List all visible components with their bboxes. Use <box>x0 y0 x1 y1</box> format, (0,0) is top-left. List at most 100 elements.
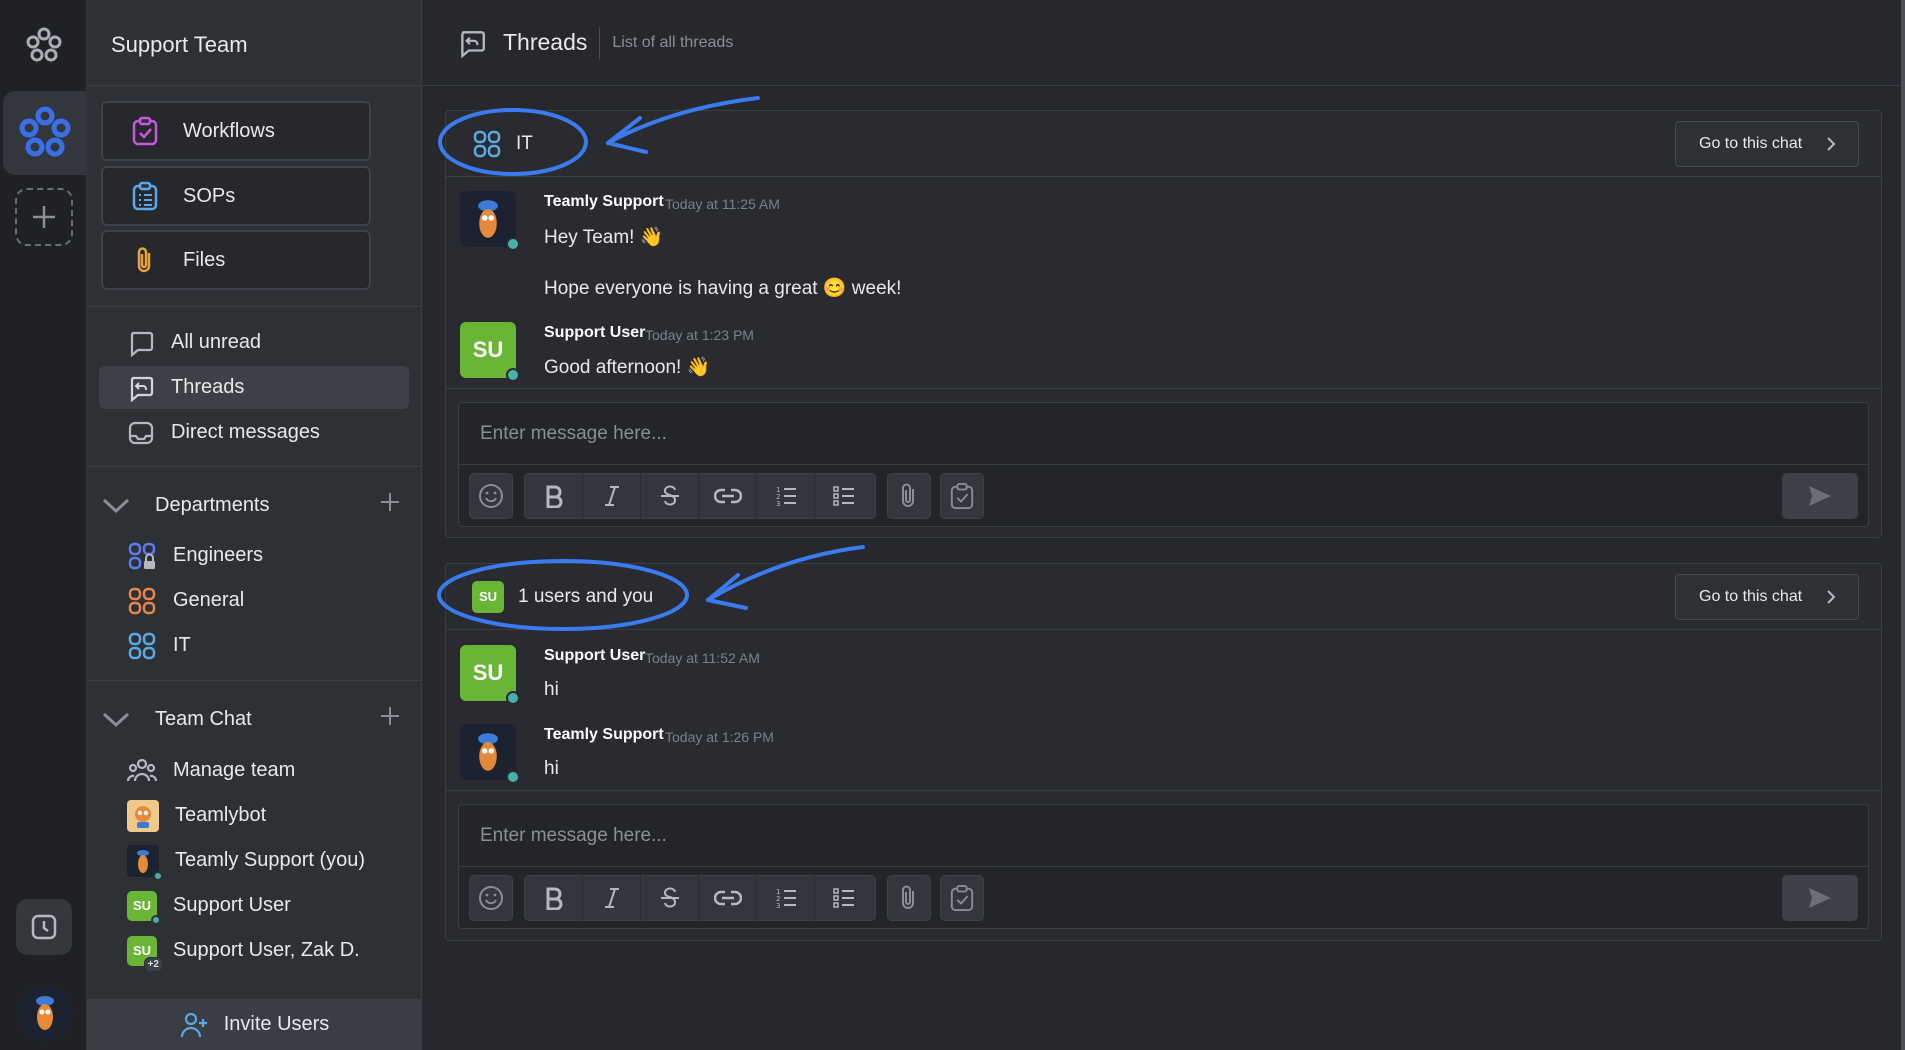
task-button[interactable] <box>940 473 984 519</box>
send-button[interactable] <box>1782 473 1858 519</box>
chat-teamly-support[interactable]: Teamly Support (you) <box>99 839 409 882</box>
italic-button[interactable] <box>583 875 641 921</box>
team-chat-header[interactable]: Team Chat <box>101 701 401 737</box>
bullet-list-button[interactable] <box>815 875 873 921</box>
scrollbar[interactable] <box>1901 0 1905 1050</box>
channel-general[interactable]: General <box>99 579 409 622</box>
go-to-chat-label: Go to this chat <box>1699 135 1803 152</box>
files-button[interactable]: Files <box>101 230 371 290</box>
mascot-avatar-icon <box>478 733 498 771</box>
divider <box>87 680 422 681</box>
avatar-initials: SU <box>472 337 504 362</box>
channel-it-label: IT <box>173 634 191 656</box>
message-text: hi <box>544 679 559 700</box>
bullet-list-icon <box>833 888 854 908</box>
emoji-icon <box>479 886 503 910</box>
history-button[interactable] <box>16 899 72 955</box>
bold-button[interactable] <box>525 473 583 519</box>
task-button[interactable] <box>940 875 984 921</box>
divider <box>87 306 422 307</box>
chat-group-label: Support User, Zak D. <box>173 939 360 961</box>
attach-button[interactable] <box>887 473 931 519</box>
attach-button[interactable] <box>887 875 931 921</box>
bold-icon <box>546 485 562 508</box>
online-status-icon <box>506 368 520 382</box>
avatar-initials: SU <box>132 898 152 913</box>
paperclip-icon <box>137 247 151 273</box>
clipboard-list-icon <box>132 181 158 211</box>
manage-team[interactable]: Manage team <box>99 749 409 792</box>
italic-icon <box>604 888 619 908</box>
chevron-right-icon <box>1827 590 1836 604</box>
message-author: Teamly Support <box>544 193 664 210</box>
add-chat-icon[interactable] <box>379 705 401 727</box>
strikethrough-button[interactable] <box>641 473 699 519</box>
app-logo-icon[interactable] <box>20 22 68 70</box>
thread-reply-icon <box>461 30 485 58</box>
group-icon <box>473 130 501 157</box>
strikethrough-button[interactable] <box>641 875 699 921</box>
italic-button[interactable] <box>583 473 641 519</box>
nav-threads[interactable]: Threads <box>99 366 409 409</box>
chat-support-user[interactable]: SU Support User <box>99 884 409 927</box>
divider <box>446 388 1881 389</box>
chat-teamlybot[interactable]: Teamlybot <box>99 794 409 837</box>
go-to-chat-button[interactable]: Go to this chat <box>1675 574 1859 620</box>
page-header: Threads List of all threads <box>423 0 1905 86</box>
chat-group-support-user-zak[interactable]: SU +2 Support User, Zak D. <box>99 929 409 972</box>
send-icon <box>1809 486 1831 506</box>
page-subtitle: List of all threads <box>612 33 734 51</box>
chevron-down-icon[interactable] <box>101 496 131 514</box>
emoji-button[interactable] <box>469 875 513 921</box>
invite-users-button[interactable]: Invite Users <box>87 999 422 1050</box>
message-timestamp: Today at 1:26 PM <box>665 729 774 745</box>
chat-bubble-icon <box>130 331 154 357</box>
channel-engineers[interactable]: Engineers <box>99 534 409 577</box>
link-button[interactable] <box>699 875 757 921</box>
message-text: Hey Team! 👋 <box>544 227 664 248</box>
thread-reply-icon <box>130 376 154 402</box>
avatar-initials: SU <box>478 589 498 604</box>
plus-icon <box>33 206 55 228</box>
invite-users-label: Invite Users <box>223 1013 330 1035</box>
add-department-icon[interactable] <box>379 491 401 513</box>
send-button[interactable] <box>1782 875 1858 921</box>
add-workspace-button[interactable] <box>15 188 73 246</box>
clipboard-check-icon <box>950 885 974 911</box>
workspace-rail <box>0 0 87 1050</box>
sops-button[interactable]: SOPs <box>101 166 371 226</box>
member-count-badge: +2 <box>143 956 163 972</box>
message-author: Support User <box>544 324 646 341</box>
online-status-icon <box>506 237 520 251</box>
inbox-icon <box>128 421 154 444</box>
link-button[interactable] <box>699 473 757 519</box>
message-timestamp: Today at 11:25 AM <box>665 196 780 212</box>
link-icon <box>713 890 742 906</box>
manage-team-label: Manage team <box>173 759 296 781</box>
channel-it[interactable]: IT <box>99 624 409 667</box>
page-title: Threads <box>503 29 588 55</box>
ordered-list-button[interactable]: 123 <box>757 875 815 921</box>
emoji-button[interactable] <box>469 473 513 519</box>
message-input[interactable] <box>459 805 1868 867</box>
thread-header: SU 1 users and you Go to this chat <box>446 564 1881 630</box>
bullet-list-button[interactable] <box>815 473 873 519</box>
workflows-label: Workflows <box>183 119 275 142</box>
nav-direct-messages[interactable]: Direct messages <box>99 411 409 454</box>
chat-teamlybot-label: Teamlybot <box>175 804 267 826</box>
ordered-list-button[interactable]: 123 <box>757 473 815 519</box>
team-icon <box>127 758 157 781</box>
user-avatar[interactable] <box>17 985 73 1041</box>
workspace-support-team[interactable] <box>3 91 87 175</box>
bold-button[interactable] <box>525 875 583 921</box>
nav-all-unread[interactable]: All unread <box>99 321 409 364</box>
divider <box>87 466 422 467</box>
message-input[interactable] <box>459 403 1868 465</box>
go-to-chat-button[interactable]: Go to this chat <box>1675 121 1859 167</box>
workflows-button[interactable]: Workflows <box>101 101 371 161</box>
bullet-list-icon <box>833 486 854 506</box>
chevron-down-icon[interactable] <box>101 710 131 728</box>
group-locked-icon <box>128 542 156 569</box>
departments-header[interactable]: Departments <box>101 487 401 523</box>
channel-engineers-label: Engineers <box>173 544 264 566</box>
